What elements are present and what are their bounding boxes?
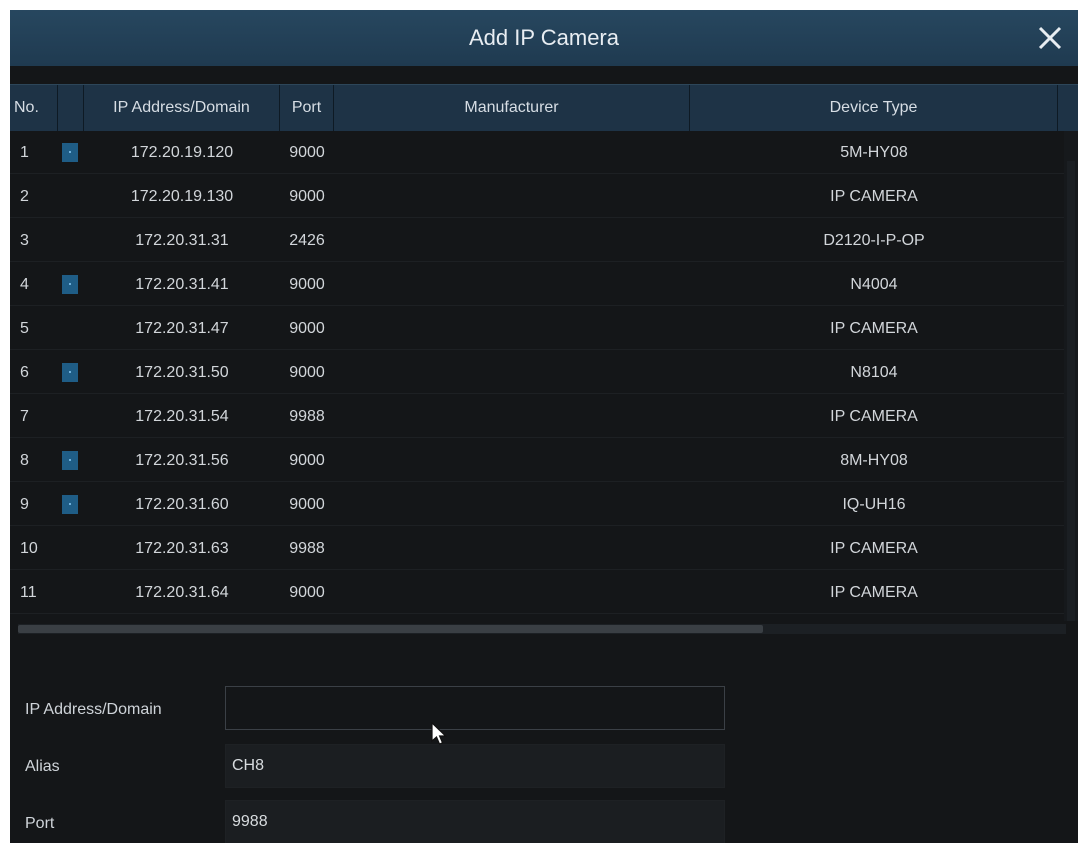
cell-manufacturer [334, 175, 690, 218]
cell-ip-address: 172.20.19.130 [130, 188, 234, 205]
close-icon [1038, 26, 1062, 50]
cell-device-type: 8M-HY08 [840, 452, 908, 469]
cell-manufacturer [334, 483, 690, 526]
cell-ip-address: 172.20.19.120 [130, 144, 234, 161]
cell-port: 9000 [289, 364, 325, 381]
added-status-icon [62, 275, 78, 294]
column-header-port[interactable]: Port [280, 85, 334, 131]
close-button[interactable] [1032, 20, 1068, 56]
added-status-icon [62, 495, 78, 514]
ip-address-label: IP Address/Domain [25, 701, 162, 718]
table-row[interactable]: 1 172.20.19.120 9000 5M-HY08 [10, 131, 1078, 174]
vertical-scrollbar-thumb[interactable] [1067, 161, 1075, 621]
cell-no: 11 [20, 584, 37, 601]
horizontal-scrollbar[interactable] [18, 624, 1066, 634]
cell-device-type: IP CAMERA [830, 188, 918, 205]
cell-ip-address: 172.20.31.50 [135, 364, 229, 381]
cell-ip-address: 172.20.31.60 [135, 496, 229, 513]
table-row[interactable]: 3 172.20.31.31 2426 D2120-I-P-OP [10, 219, 1078, 262]
cell-device-type: N4004 [850, 276, 898, 293]
cell-manufacturer [334, 439, 690, 482]
column-header-device-type[interactable]: Device Type [690, 85, 1058, 131]
camera-search-table: No. IP Address/Domain Port Manufacturer … [10, 84, 1078, 630]
cell-no: 7 [20, 408, 29, 425]
cell-no: 9 [20, 496, 29, 513]
cell-manufacturer [334, 395, 690, 438]
cell-device-type: IP CAMERA [830, 584, 918, 601]
cell-port: 9000 [289, 276, 325, 293]
cell-manufacturer [334, 571, 690, 614]
dialog-title-bar: Add IP Camera [10, 10, 1078, 66]
horizontal-scrollbar-thumb[interactable] [18, 625, 763, 633]
table-header: No. IP Address/Domain Port Manufacturer … [10, 84, 1078, 131]
cell-device-type: 5M-HY08 [840, 144, 908, 161]
table-row[interactable]: 4 172.20.31.41 9000 N4004 [10, 263, 1078, 306]
cell-ip-address: 172.20.31.64 [135, 584, 229, 601]
cell-manufacturer [334, 263, 690, 306]
cell-manufacturer [334, 307, 690, 350]
cell-no: 6 [20, 364, 29, 381]
cell-device-type: IP CAMERA [830, 540, 918, 557]
table-row[interactable]: 6 172.20.31.50 9000 N8104 [10, 351, 1078, 394]
cell-no: 4 [20, 276, 29, 293]
table-row[interactable]: 11 172.20.31.64 9000 IP CAMERA [10, 571, 1078, 614]
cell-manufacturer [334, 527, 690, 570]
cell-ip-address: 172.20.31.47 [135, 320, 229, 337]
dialog-title: Add IP Camera [468, 25, 619, 50]
cell-ip-address: 172.20.31.63 [135, 540, 229, 557]
cell-manufacturer [334, 131, 690, 174]
cell-port: 9000 [289, 188, 325, 205]
alias-label: Alias [25, 758, 60, 775]
cell-port: 9988 [289, 540, 325, 557]
cell-no: 2 [20, 188, 29, 205]
cell-device-type: IQ-UH16 [842, 496, 906, 513]
cell-ip-address: 172.20.31.56 [135, 452, 229, 469]
cell-manufacturer [334, 219, 690, 262]
cell-manufacturer [334, 351, 690, 394]
column-header-no[interactable]: No. [10, 85, 58, 131]
table-row[interactable]: 8 172.20.31.56 9000 8M-HY08 [10, 439, 1078, 482]
table-row[interactable]: 2 172.20.19.130 9000 IP CAMERA [10, 175, 1078, 218]
cell-port: 9988 [289, 408, 325, 425]
add-ip-camera-dialog: Add IP Camera No. IP Address/Domain Port… [10, 10, 1078, 843]
cell-port: 2426 [289, 232, 325, 249]
cell-port: 9000 [289, 144, 325, 161]
table-row[interactable]: 10 172.20.31.63 9988 IP CAMERA [10, 527, 1078, 570]
cell-port: 9000 [289, 584, 325, 601]
alias-input[interactable] [225, 744, 725, 788]
cell-device-type: N8104 [850, 364, 898, 381]
vertical-scrollbar[interactable] [1064, 131, 1078, 621]
cell-port: 9000 [289, 496, 325, 513]
cell-device-type: IP CAMERA [830, 408, 918, 425]
column-header-status [58, 85, 84, 131]
added-status-icon [62, 363, 78, 382]
column-header-ip[interactable]: IP Address/Domain [84, 85, 280, 131]
ip-address-input[interactable] [225, 686, 725, 730]
cell-ip-address: 172.20.31.31 [135, 232, 229, 249]
added-status-icon [62, 143, 78, 162]
port-input[interactable] [225, 800, 725, 843]
table-row[interactable]: 5 172.20.31.47 9000 IP CAMERA [10, 307, 1078, 350]
table-row[interactable]: 9 172.20.31.60 9000 IQ-UH16 [10, 483, 1078, 526]
cell-no: 5 [20, 320, 29, 337]
port-label: Port [25, 815, 55, 832]
cell-no: 10 [20, 540, 38, 557]
added-status-icon [62, 451, 78, 470]
cell-device-type: D2120-I-P-OP [823, 232, 925, 249]
cell-no: 1 [20, 144, 29, 161]
cell-no: 8 [20, 452, 29, 469]
table-row[interactable]: 7 172.20.31.54 9988 IP CAMERA [10, 395, 1078, 438]
cell-no: 3 [20, 232, 29, 249]
cell-device-type: IP CAMERA [830, 320, 918, 337]
cell-ip-address: 172.20.31.41 [135, 276, 229, 293]
column-header-manufacturer[interactable]: Manufacturer [334, 85, 690, 131]
cell-ip-address: 172.20.31.54 [135, 408, 229, 425]
cell-port: 9000 [289, 452, 325, 469]
cell-port: 9000 [289, 320, 325, 337]
